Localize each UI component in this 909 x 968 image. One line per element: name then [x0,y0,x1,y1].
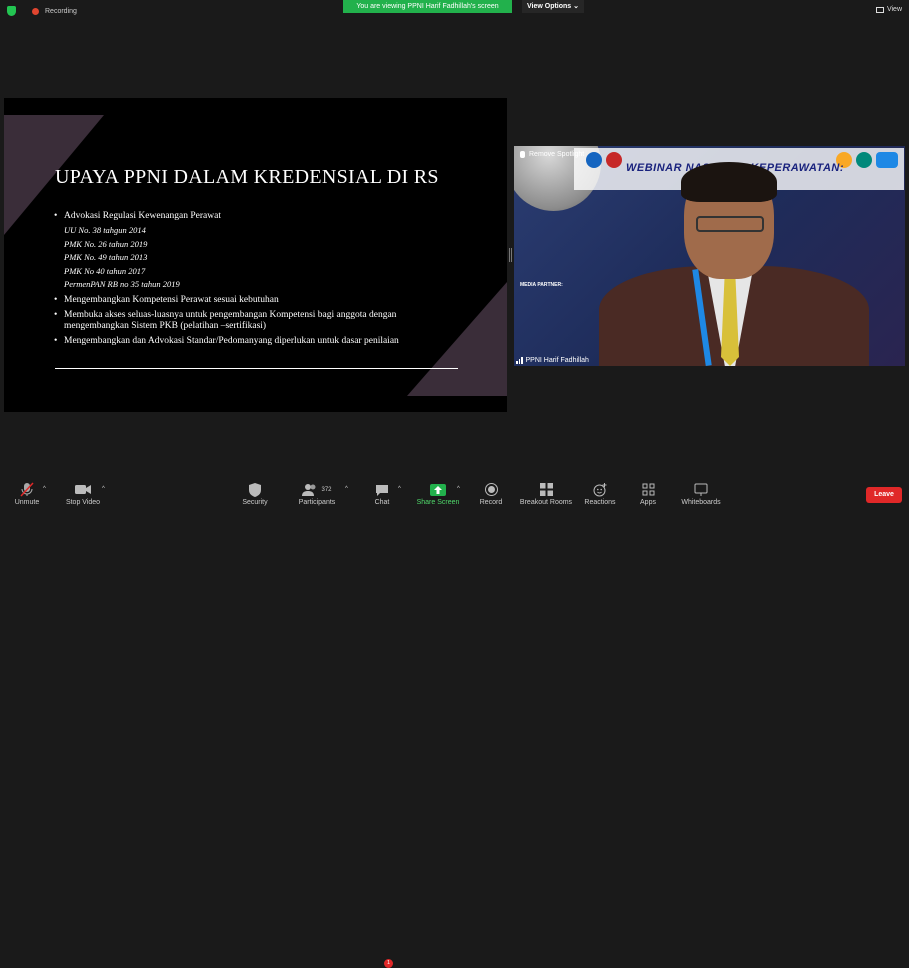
security-label: Security [242,499,268,506]
remove-spotlight-button[interactable]: Remove Spotlight [520,151,584,158]
pin-icon [520,151,525,158]
regulation-item: PMK No 40 tahun 2017 [64,265,146,276]
chat-button[interactable]: Chat [370,482,394,506]
remove-spotlight-label: Remove Spotlight [529,151,585,158]
unmute-button[interactable]: Unmute [10,482,44,506]
video-camera-icon [62,482,104,497]
record-button[interactable]: Record [476,482,506,506]
leave-button[interactable]: Leave [866,487,902,503]
view-label: View [886,6,902,13]
splitter-handle[interactable] [509,248,512,262]
chat-icon [370,482,394,497]
apps-icon [634,482,662,497]
participant-name-tag: PPNI Harif Fadhillah [516,357,589,364]
slide-bullet-line: mengembangkan Sistem PKB (pelatihan –ser… [64,320,267,331]
whiteboards-label: Whiteboards [681,499,721,506]
regulation-item: PMK No. 26 tahun 2019 [64,238,148,249]
slide-bullet: Advokasi Regulasi Kewenangan Perawat [54,211,474,222]
shield-icon[interactable] [7,6,16,16]
glasses [696,216,764,232]
view-options-label: View Options [526,3,572,10]
slide-bullet: Membuka akses seluas-luasnya untuk penge… [54,310,474,332]
record-label: Record [479,499,503,506]
unmute-label: Unmute [14,499,40,506]
chevron-up-icon[interactable]: ^ [345,486,348,492]
participants-button[interactable]: 372 Participants [294,482,340,506]
recording-indicator: Recording [7,6,77,16]
emoji-plus-icon [582,482,618,497]
media-partner-label: MEDIA PARTNER: [520,282,563,288]
breakout-rooms-button[interactable]: Breakout Rooms [517,482,575,506]
slide-divider [55,368,458,369]
chat-unread-badge: 1 [384,959,393,968]
recording-label: Recording [45,7,77,15]
signal-icon [516,357,523,364]
speaker-hair [681,162,777,202]
view-options-button[interactable]: View Options ⌄ [522,0,584,13]
meeting-toolbar: Unmute ^ Stop Video ^ Security 372 Parti… [0,478,909,968]
participants-label: Participants [298,499,336,506]
recording-dot-icon [32,7,39,15]
whiteboards-button[interactable]: Whiteboards [677,482,725,506]
share-screen-label: Share Screen [416,499,460,506]
apps-label: Apps [640,499,656,506]
share-screen-icon [415,482,461,497]
view-button[interactable]: View [875,6,902,13]
chevron-up-icon[interactable]: ^ [457,486,460,492]
slide-bullet-line: Membuka akses seluas-luasnya untuk penge… [64,309,397,320]
speaker-video: WEBINAR NASIONAL KEPERAWATAN: Remove Spo… [514,146,905,366]
slide-bullet-list: Advokasi Regulasi Kewenangan Perawat UU … [54,211,474,351]
participants-icon: 372 [294,482,340,497]
regulation-item: PMK No. 49 tahun 2013 [64,252,148,262]
logo-icon [876,152,898,168]
regulation-item: UU No. 38 tahgun 2014 [64,225,146,235]
reactions-label: Reactions [584,499,616,506]
chevron-up-icon[interactable]: ^ [102,486,105,492]
apps-button[interactable]: Apps [634,482,662,506]
slide-title: UPAYA PPNI DALAM KREDENSIAL DI RS [55,166,439,188]
participant-name: PPNI Harif Fadhillah [525,357,589,364]
chat-label: Chat [374,499,390,506]
stop-video-button[interactable]: Stop Video [62,482,104,506]
whiteboard-icon [677,482,725,497]
grid-icon [875,6,884,13]
regulation-list: UU No. 38 tahgun 2014 PMK No. 26 tahun 2… [54,224,474,292]
shared-screen: UPAYA PPNI DALAM KREDENSIAL DI RS Advoka… [4,98,507,412]
speaker-figure [599,162,869,366]
reactions-button[interactable]: Reactions [582,482,618,506]
record-icon [476,482,506,497]
security-button[interactable]: Security [238,482,272,506]
participants-count: 372 [321,486,332,493]
top-bar: Recording You are viewing PPNI Harif Fad… [0,0,909,22]
regulation-item: PermenPAN RB no 35 tahun 2019 [64,279,180,289]
security-shield-icon [238,482,272,497]
viewing-screen-banner: You are viewing PPNI Harif Fadhillah's s… [343,0,512,13]
chevron-up-icon[interactable]: ^ [398,486,401,492]
share-screen-button[interactable]: Share Screen [415,482,461,506]
breakout-rooms-icon [517,482,575,497]
stop-video-label: Stop Video [65,499,101,506]
slide-bullet: Mengembangkan dan Advokasi Standar/Pedom… [54,336,474,347]
slide-bullet: Mengembangkan Kompetensi Perawat sesuai … [54,295,474,306]
muted-microphone-icon [10,482,44,497]
chevron-up-icon[interactable]: ^ [43,486,46,492]
breakout-rooms-label: Breakout Rooms [519,499,573,506]
